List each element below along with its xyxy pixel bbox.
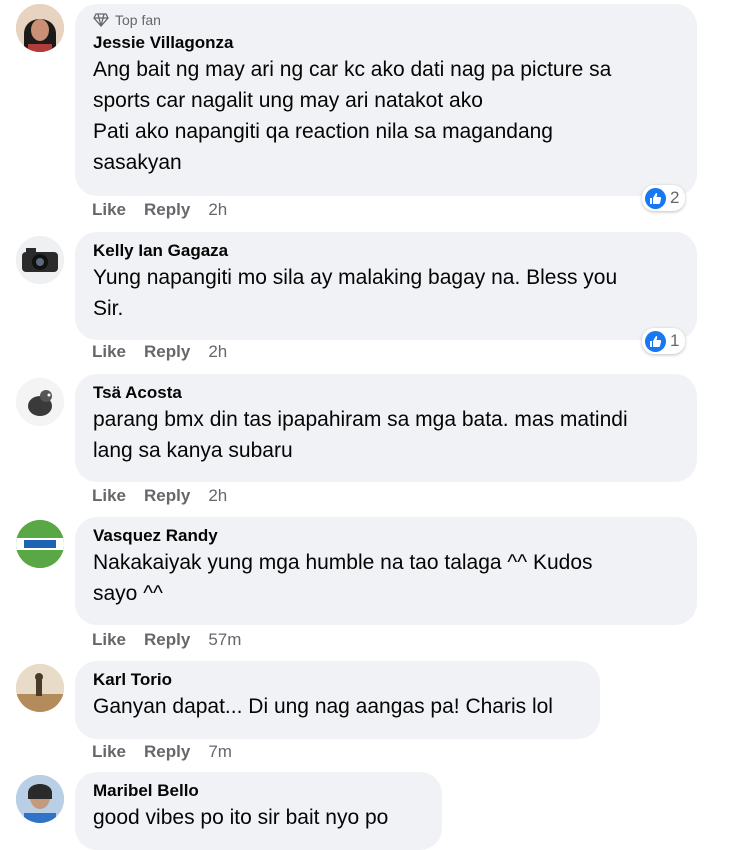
comment-actions: Like Reply 2h <box>92 200 245 220</box>
reply-link[interactable]: Reply <box>144 486 190 506</box>
comment-line: sports car nagalit ung may ari natakot a… <box>93 89 483 112</box>
reply-link[interactable]: Reply <box>144 342 190 362</box>
avatar[interactable] <box>16 4 64 52</box>
avatar-photo <box>16 520 64 568</box>
reply-link[interactable]: Reply <box>144 200 190 220</box>
avatar[interactable] <box>16 236 64 284</box>
avatar[interactable] <box>16 664 64 712</box>
avatar-photo <box>16 775 64 823</box>
avatar-photo <box>16 236 64 284</box>
reaction-count[interactable]: 1 <box>642 328 686 354</box>
avatar[interactable] <box>16 378 64 426</box>
comment-line: sayo ^^ <box>93 582 163 605</box>
comment-line: Sir. <box>93 297 124 320</box>
comment-line: Nakakaiyak yung mga humble na tao talaga… <box>93 551 593 574</box>
comment-line: Pati ako napangiti qa reaction nila sa m… <box>93 120 553 143</box>
comment-author[interactable]: Kelly Ian Gagaza <box>93 240 679 262</box>
reaction-count-value: 2 <box>670 188 680 207</box>
comment-text: Ganyan dapat... Di ung nag aangas pa! Ch… <box>93 691 582 722</box>
avatar-photo <box>16 664 64 712</box>
comment-actions: Like Reply 2h <box>92 486 245 506</box>
avatar[interactable] <box>16 520 64 568</box>
comment-timestamp[interactable]: 2h <box>208 486 227 506</box>
comment-line: Yung napangiti mo sila ay malaking bagay… <box>93 266 618 289</box>
comment-actions: Like Reply 7m <box>92 742 250 762</box>
comment-actions: Like Reply 2h <box>92 342 245 362</box>
like-link[interactable]: Like <box>92 486 126 506</box>
comment-line: Ganyan dapat... Di ung nag aangas pa! Ch… <box>93 695 553 718</box>
comment-bubble: Tsä Acosta parang bmx din tas ipapahiram… <box>75 374 697 482</box>
reply-link[interactable]: Reply <box>144 742 190 762</box>
comment-text: Ang bait ng may ari ng car kc ako dati n… <box>93 54 679 178</box>
comment-bubble: Karl Torio Ganyan dapat... Di ung nag aa… <box>75 661 600 739</box>
like-link[interactable]: Like <box>92 200 126 220</box>
reply-link[interactable]: Reply <box>144 630 190 650</box>
comment-author[interactable]: Jessie Villagonza <box>93 32 679 54</box>
like-link[interactable]: Like <box>92 742 126 762</box>
comment-bubble: Kelly Ian Gagaza Yung napangiti mo sila … <box>75 232 697 340</box>
comment-bubble: Maribel Bello good vibes po ito sir bait… <box>75 772 442 850</box>
like-link[interactable]: Like <box>92 630 126 650</box>
comment-actions: Like Reply 57m <box>92 630 259 650</box>
reaction-count[interactable]: 2 <box>642 185 686 211</box>
comment-bubble: Top fan Jessie Villagonza Ang bait ng ma… <box>75 4 697 196</box>
avatar-photo <box>16 378 64 426</box>
comment-line: Ang bait ng may ari ng car kc ako dati n… <box>93 58 612 81</box>
comment-text: Yung napangiti mo sila ay malaking bagay… <box>93 262 679 324</box>
comment-author[interactable]: Maribel Bello <box>93 780 424 802</box>
comment-author[interactable]: Vasquez Randy <box>93 525 679 547</box>
top-fan-badge[interactable]: Top fan <box>93 12 679 28</box>
comment-text: parang bmx din tas ipapahiram sa mga bat… <box>93 404 679 466</box>
comment-text: Nakakaiyak yung mga humble na tao talaga… <box>93 547 679 609</box>
comment-line: parang bmx din tas ipapahiram sa mga bat… <box>93 408 628 431</box>
comment-timestamp[interactable]: 2h <box>208 200 227 220</box>
comment-line: sasakyan <box>93 151 182 174</box>
avatar-photo <box>16 4 64 52</box>
comment-text: good vibes po ito sir bait nyo po <box>93 802 424 833</box>
comment-timestamp[interactable]: 2h <box>208 342 227 362</box>
like-link[interactable]: Like <box>92 342 126 362</box>
comment-timestamp[interactable]: 57m <box>208 630 241 650</box>
comment-line: good vibes po ito sir bait nyo po <box>93 806 389 829</box>
reaction-count-value: 1 <box>670 331 680 350</box>
comment-bubble: Vasquez Randy Nakakaiyak yung mga humble… <box>75 517 697 625</box>
comment-author[interactable]: Karl Torio <box>93 669 582 691</box>
comment-timestamp[interactable]: 7m <box>208 742 232 762</box>
comment-author[interactable]: Tsä Acosta <box>93 382 679 404</box>
avatar[interactable] <box>16 775 64 823</box>
like-thumb-icon <box>645 187 666 209</box>
badge-label: Top fan <box>115 12 161 28</box>
comment-line: lang sa kanya subaru <box>93 439 293 462</box>
like-thumb-icon <box>645 330 666 352</box>
diamond-icon <box>93 13 109 27</box>
